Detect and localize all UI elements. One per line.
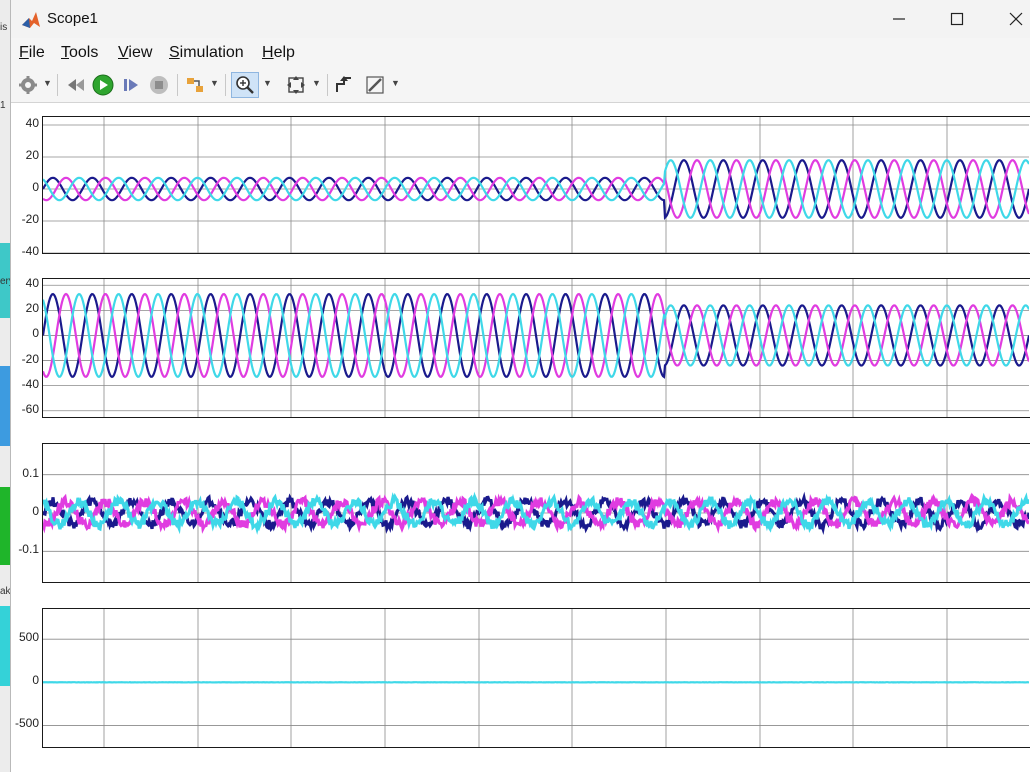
y-tick-label: 0 — [32, 326, 39, 341]
y-tick-label: -500 — [14, 716, 39, 731]
scope-axes-4[interactable] — [42, 608, 1030, 748]
close-button[interactable] — [987, 0, 1030, 38]
y-tick-label: 40 — [25, 116, 39, 130]
y-tick-label: 40 — [25, 276, 39, 291]
zoom-dropdown-icon[interactable]: ▼ — [263, 78, 272, 88]
signal-selector-dropdown-icon[interactable]: ▼ — [210, 78, 219, 88]
step-forward-button[interactable] — [120, 72, 142, 98]
stop-button[interactable] — [148, 72, 170, 98]
step-back-button[interactable] — [65, 72, 87, 98]
fit-to-view-icon — [287, 76, 305, 94]
menu-view[interactable]: View — [118, 44, 152, 62]
scope-plot-2 — [43, 279, 1029, 417]
y-tick-label: 20 — [25, 148, 39, 162]
step-forward-icon — [124, 79, 138, 91]
y-tick-label: -20 — [21, 351, 39, 366]
y-tick-label: 0.1 — [22, 465, 39, 480]
y-tick-label: -0.1 — [18, 542, 39, 557]
zoom-in-icon — [236, 76, 254, 94]
fit-to-view-button[interactable] — [285, 72, 307, 98]
toolbar-separator — [57, 74, 58, 96]
y-tick-label: -40 — [21, 376, 39, 391]
y-tick-label: 0 — [32, 180, 39, 194]
run-icon — [92, 74, 114, 96]
maximize-icon — [950, 12, 964, 26]
scope-plot-1 — [43, 117, 1029, 253]
close-icon — [1009, 12, 1023, 26]
run-button[interactable] — [92, 72, 114, 98]
window-title: Scope1 — [47, 10, 98, 27]
title-bar[interactable]: Scope1 — [11, 0, 1030, 38]
scope-display: 40 20 0 -20 -40 40 20 0 -20 -40 -60 0.1 0 -0.1 500 0 -50… — [11, 103, 1030, 772]
y-tick-label: -40 — [21, 244, 39, 258]
zoom-in-button[interactable] — [231, 72, 259, 98]
scope-axes-2[interactable] — [42, 278, 1030, 418]
fit-dropdown-icon[interactable]: ▼ — [312, 78, 321, 88]
y-tick-label: -20 — [21, 212, 39, 226]
minimize-icon — [893, 18, 905, 20]
menu-tools[interactable]: Tools — [61, 44, 98, 62]
menu-help[interactable]: Help — [262, 44, 295, 62]
toolbar-separator — [177, 74, 178, 96]
scope-axes-1[interactable] — [42, 116, 1030, 254]
stop-icon — [150, 76, 168, 94]
triggers-icon — [336, 76, 351, 92]
settings-button[interactable] — [17, 72, 39, 98]
minimize-button[interactable] — [870, 0, 928, 38]
menu-bar: File Tools View Simulation Help — [11, 38, 1030, 68]
toolbar-separator — [225, 74, 226, 96]
signal-selector-icon — [187, 78, 203, 92]
measurements-dropdown-icon[interactable]: ▼ — [391, 78, 400, 88]
scope-window: Scope1 File Tools View Simulation Help ▼ — [10, 0, 1030, 772]
scope-plot-4 — [43, 609, 1029, 747]
toolbar-separator — [327, 74, 328, 96]
maximize-button[interactable] — [928, 0, 986, 38]
y-tick-label: 20 — [25, 301, 39, 316]
y-tick-label: 500 — [18, 630, 39, 645]
y-tick-label: 0 — [32, 673, 39, 688]
triggers-button[interactable] — [333, 72, 355, 98]
signal-selector-button[interactable] — [184, 72, 206, 98]
y-tick-label: 0 — [32, 504, 39, 518]
gear-icon — [19, 76, 37, 94]
y-tick-label: -60 — [21, 401, 39, 416]
scope-axes-3[interactable] — [42, 443, 1030, 583]
cursor-measurements-icon — [366, 76, 384, 94]
menu-simulation[interactable]: Simulation — [169, 44, 244, 62]
settings-dropdown-icon[interactable]: ▼ — [43, 78, 52, 88]
cursor-measurements-button[interactable] — [363, 72, 387, 98]
scope-plot-3 — [43, 444, 1029, 582]
toolbar: ▼ ▼ ▼ ▼ ▼ — [11, 68, 1030, 103]
step-back-icon — [68, 79, 84, 91]
menu-file[interactable]: File — [19, 44, 45, 62]
matlab-icon — [22, 12, 40, 28]
